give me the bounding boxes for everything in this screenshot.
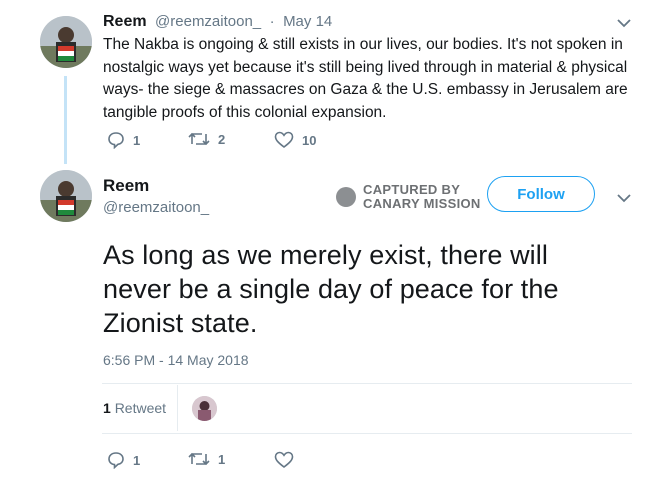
follow-button[interactable]: Follow: [487, 176, 595, 212]
reply-tweet-header: Reem @reemzaitoon_ · May 14: [103, 13, 332, 31]
user-handle[interactable]: @reemzaitoon_: [155, 13, 261, 30]
reply-count: 1: [133, 452, 141, 468]
divider: [102, 383, 632, 384]
user-name[interactable]: Reem: [103, 176, 149, 196]
canary-mission-watermark: CAPTURED BY CANARY MISSION: [336, 183, 481, 211]
retweet-stat-count: 1: [103, 400, 111, 416]
tweet-date[interactable]: May 14: [283, 13, 332, 30]
retweet-stats[interactable]: 1 Retweet: [103, 400, 166, 416]
retweet-button[interactable]: 2: [188, 131, 225, 147]
retweet-count: 1: [218, 451, 226, 467]
retweeter-avatar[interactable]: [192, 396, 217, 421]
canary-logo-icon: [336, 187, 356, 207]
stats-separator: [177, 385, 178, 431]
tweet-text-line: The Nakba is ongoing & still exists in o…: [103, 36, 623, 53]
tweet-text-line: ways- the siege & massacres on Gaza & th…: [103, 81, 628, 98]
retweet-icon: [188, 452, 210, 466]
retweet-stat-label: Retweet: [114, 400, 167, 416]
tweet-text-line: never be a single day of peace for the: [103, 274, 559, 304]
separator: ·: [269, 13, 275, 30]
tweet-text-line: Zionist state.: [103, 308, 258, 338]
avatar[interactable]: [40, 16, 92, 68]
user-handle[interactable]: @reemzaitoon_: [103, 199, 209, 216]
watermark-line: CAPTURED BY: [363, 182, 461, 197]
chevron-down-icon[interactable]: [617, 15, 631, 33]
divider: [102, 433, 632, 434]
avatar[interactable]: [40, 170, 92, 222]
watermark-line: CANARY MISSION: [363, 196, 481, 211]
reply-button[interactable]: 1: [107, 451, 140, 469]
tweet-text-line: As long as we merely exist, there will: [103, 240, 548, 270]
like-count: 10: [302, 132, 317, 148]
tweet-text-line: tangible proofs of this colonial expansi…: [103, 103, 387, 121]
retweet-icon: [188, 132, 210, 146]
main-tweet-text: As long as we merely exist, there will n…: [103, 238, 643, 340]
heart-icon: [274, 131, 294, 149]
retweet-button[interactable]: 1: [188, 451, 225, 467]
heart-icon: [274, 451, 294, 469]
reply-icon: [108, 452, 124, 469]
reply-tweet-text: The Nakba is ongoing & still exists in o…: [103, 34, 633, 124]
like-button[interactable]: 10: [274, 131, 316, 149]
reply-icon: [108, 132, 124, 149]
like-button[interactable]: [274, 451, 302, 469]
chevron-down-icon[interactable]: [617, 190, 631, 208]
thread-line: [64, 76, 67, 164]
tweet-timestamp[interactable]: 6:56 PM - 14 May 2018: [103, 352, 249, 368]
reply-count: 1: [133, 132, 141, 148]
user-name[interactable]: Reem: [103, 13, 147, 30]
retweet-count: 2: [218, 131, 226, 147]
tweet-text-line: nostalgic ways yet because it's still be…: [103, 58, 628, 76]
reply-button[interactable]: 1: [107, 131, 140, 149]
